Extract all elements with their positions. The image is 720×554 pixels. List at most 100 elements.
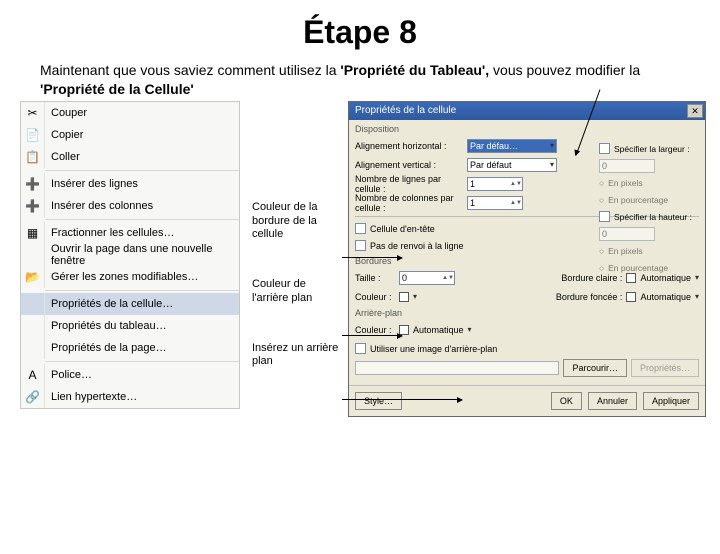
- border-size-value: 0: [402, 273, 407, 283]
- spinner-icon[interactable]: ▲▼: [510, 181, 520, 187]
- menu-item-table-properties[interactable]: Propriétés du tableau…: [21, 315, 239, 337]
- menu-item-insert-cols[interactable]: ➕Insérer des colonnes: [21, 195, 239, 217]
- halign-select[interactable]: Par défau… ▾: [467, 139, 557, 153]
- border-color-chip[interactable]: [399, 292, 409, 302]
- dialog-titlebar[interactable]: Propriétés de la cellule ✕: [349, 102, 705, 120]
- menu-item-editable-zones[interactable]: 📂Gérer les zones modifiables…: [21, 266, 239, 288]
- blank-icon: [21, 315, 45, 337]
- menu-item-split-cells[interactable]: ▦Fractionner les cellules…: [21, 222, 239, 244]
- bg-color-label: Couleur :: [355, 325, 395, 335]
- menu-item-hyperlink[interactable]: 🔗Lien hypertexte…: [21, 386, 239, 408]
- menu-label: Police…: [45, 369, 233, 381]
- menu-separator: [45, 361, 239, 362]
- menu-item-page-properties[interactable]: Propriétés de la page…: [21, 337, 239, 359]
- border-size-input[interactable]: 0 ▲▼: [399, 271, 455, 285]
- link-icon: 🔗: [21, 386, 45, 408]
- chevron-down-icon[interactable]: ▾: [413, 292, 417, 301]
- menu-item-copy[interactable]: 📄Copier: [21, 124, 239, 146]
- menu-item-open-new-window[interactable]: Ouvrir la page dans une nouvelle fenêtre: [21, 244, 239, 266]
- ok-button[interactable]: OK: [551, 392, 582, 410]
- menu-separator: [45, 290, 239, 291]
- intro-prefix: Maintenant que vous saviez comment utili…: [40, 62, 340, 78]
- auto-label: Automatique: [640, 292, 691, 302]
- no-wrap-checkbox[interactable]: [355, 240, 366, 251]
- menu-separator: [45, 170, 239, 171]
- layout-group-label: Disposition: [355, 124, 699, 134]
- apply-button[interactable]: Appliquer: [643, 392, 699, 410]
- spec-width-checkbox[interactable]: [599, 143, 610, 154]
- chevron-down-icon[interactable]: ▾: [695, 292, 699, 301]
- menu-label: Gérer les zones modifiables…: [45, 271, 233, 283]
- halign-value: Par défau…: [470, 141, 518, 151]
- menu-label: Coller: [45, 151, 233, 163]
- split-icon: ▦: [21, 222, 45, 244]
- pixels-radio[interactable]: En pixels: [608, 178, 643, 188]
- close-button[interactable]: ✕: [687, 104, 703, 118]
- border-size-label: Taille :: [355, 273, 395, 283]
- context-menu: ✂Couper 📄Copier 📋Coller ➕Insérer des lig…: [20, 101, 240, 409]
- menu-label: Copier: [45, 129, 233, 141]
- spec-height-checkbox[interactable]: [599, 211, 610, 222]
- properties-button[interactable]: Propriétés…: [631, 359, 699, 377]
- cols-label: Nombre de colonnes par cellule :: [355, 193, 463, 213]
- annotation-bg-color: Couleur de l'arrière plan: [252, 278, 342, 306]
- menu-label: Propriétés de la cellule…: [45, 298, 233, 310]
- menu-item-paste[interactable]: 📋Coller: [21, 146, 239, 168]
- intro-mid: vous pouvez modifier la: [489, 62, 640, 78]
- chevron-down-icon: ▾: [550, 141, 554, 150]
- header-cell-checkbox[interactable]: [355, 223, 366, 234]
- intro-bold2: 'Propriété de la Cellule': [40, 81, 194, 97]
- folder-icon: 📂: [21, 266, 45, 288]
- percent-radio[interactable]: En pourcentage: [608, 195, 668, 205]
- halign-label: Alignement horizontal :: [355, 141, 463, 151]
- copy-icon: 📄: [21, 124, 45, 146]
- insert-col-icon: ➕: [21, 195, 45, 217]
- cancel-button[interactable]: Annuler: [588, 392, 637, 410]
- chevron-down-icon[interactable]: ▾: [468, 325, 472, 334]
- width-input[interactable]: 0: [599, 159, 655, 173]
- menu-item-cell-properties[interactable]: Propriétés de la cellule…: [21, 293, 239, 315]
- blank-icon: [21, 293, 45, 315]
- auto-label: Automatique: [413, 325, 464, 335]
- menu-label: Fractionner les cellules…: [45, 227, 233, 239]
- menu-label: Couper: [45, 107, 233, 119]
- menu-item-font[interactable]: APolice…: [21, 364, 239, 386]
- valign-label: Alignement vertical :: [355, 160, 463, 170]
- menu-item-insert-rows[interactable]: ➕Insérer des lignes: [21, 173, 239, 195]
- arrow-icon: [342, 257, 402, 258]
- valign-value: Par défaut: [470, 160, 512, 170]
- font-icon: A: [21, 364, 45, 386]
- menu-label: Ouvrir la page dans une nouvelle fenêtre: [45, 243, 233, 267]
- menu-label: Propriétés du tableau…: [45, 320, 233, 332]
- rows-label: Nombre de lignes par cellule :: [355, 174, 463, 194]
- valign-select[interactable]: Par défaut▾: [467, 158, 557, 172]
- style-button[interactable]: Style…: [355, 392, 402, 410]
- menu-label: Insérer des colonnes: [45, 200, 233, 212]
- menu-label: Propriétés de la page…: [45, 342, 233, 354]
- bg-group-label: Arrière-plan: [355, 308, 699, 318]
- rows-value: 1: [470, 179, 475, 189]
- use-bg-img-checkbox[interactable]: [355, 343, 366, 354]
- height-input[interactable]: 0: [599, 227, 655, 241]
- pixels-radio-h[interactable]: En pixels: [608, 246, 643, 256]
- percent-radio-h[interactable]: En pourcentage: [608, 263, 668, 273]
- bg-img-path-input[interactable]: [355, 361, 559, 375]
- menu-separator: [45, 219, 239, 220]
- header-cell-label: Cellule d'en-tête: [370, 224, 435, 234]
- intro-text: Maintenant que vous saviez comment utili…: [40, 61, 680, 99]
- height-value: 0: [602, 229, 607, 239]
- blank-icon: [21, 337, 45, 359]
- arrow-icon: [342, 335, 402, 336]
- spinner-icon[interactable]: ▲▼: [442, 275, 452, 281]
- arrow-icon: [342, 399, 462, 400]
- paste-icon: 📋: [21, 146, 45, 168]
- spinner-icon[interactable]: ▲▼: [510, 200, 520, 206]
- cols-input[interactable]: 1 ▲▼: [467, 196, 523, 210]
- cols-value: 1: [470, 198, 475, 208]
- border-color-label: Couleur :: [355, 292, 395, 302]
- rows-input[interactable]: 1 ▲▼: [467, 177, 523, 191]
- menu-item-cut[interactable]: ✂Couper: [21, 102, 239, 124]
- border-dark-color[interactable]: [626, 292, 636, 302]
- browse-button[interactable]: Parcourir…: [563, 359, 627, 377]
- no-wrap-label: Pas de renvoi à la ligne: [370, 241, 464, 251]
